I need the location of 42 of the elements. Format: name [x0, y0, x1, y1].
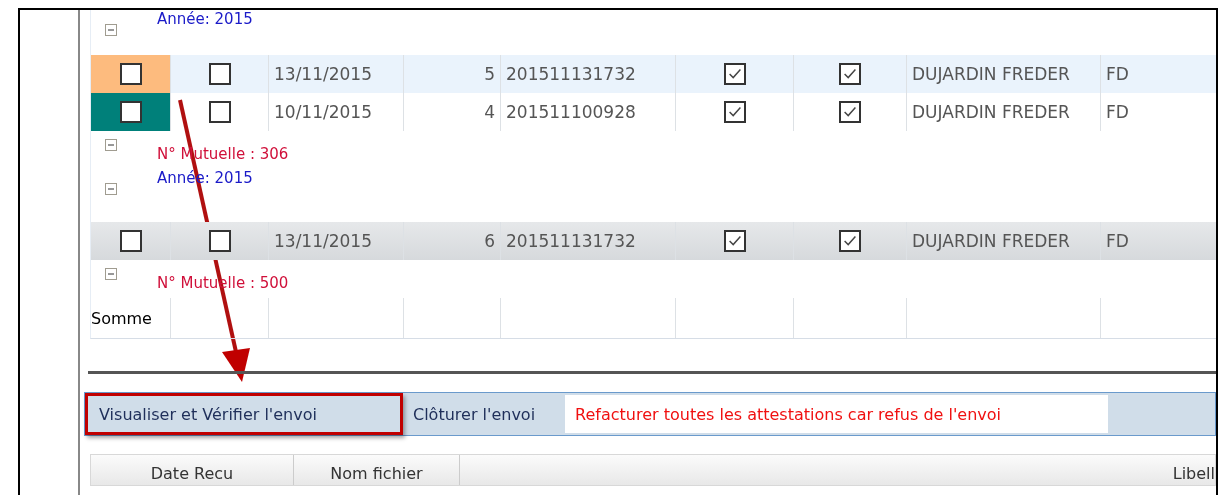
- table-cell: 201511131732: [506, 64, 636, 84]
- warning-button[interactable]: Refacturer toutes les attestations car refus de l'envoi: [565, 395, 1109, 433]
- checkbox[interactable]: [723, 63, 746, 85]
- checkbox[interactable]: [208, 101, 231, 123]
- collapse-icon[interactable]: [105, 183, 117, 195]
- column-header[interactable]: Nom fichier: [294, 455, 460, 485]
- table-cell: 10/11/2015: [274, 102, 372, 122]
- table-cell: 13/11/2015: [274, 231, 372, 251]
- checkbox[interactable]: [208, 230, 231, 252]
- table-cell: DUJARDIN FREDER: [912, 231, 1070, 251]
- checkbox[interactable]: [119, 63, 142, 85]
- table-cell: 4: [484, 102, 495, 122]
- table-cell: DUJARDIN FREDER: [912, 102, 1070, 122]
- action-tab[interactable]: Visualiser et Vérifier l'envoi: [85, 393, 403, 435]
- table-cell: 201511100928: [506, 102, 636, 122]
- table-cell: FD: [1106, 102, 1129, 122]
- collapse-icon[interactable]: [105, 24, 117, 36]
- group-label: Année: 2015: [157, 10, 253, 28]
- checkbox[interactable]: [119, 230, 142, 252]
- table-cell: DUJARDIN FREDER: [912, 64, 1070, 84]
- checkbox[interactable]: [119, 101, 142, 123]
- checkbox[interactable]: [208, 63, 231, 85]
- checkbox[interactable]: [839, 230, 861, 252]
- column-header[interactable]: Date Recu: [91, 455, 294, 485]
- action-tab[interactable]: Clôturer l'envoi: [403, 393, 546, 435]
- collapse-icon[interactable]: [105, 139, 117, 151]
- table-row[interactable]: 10/11/2015 4 201511100928 DUJARDIN FREDER FD: [91, 93, 1216, 131]
- checkbox[interactable]: [723, 230, 746, 252]
- column-header[interactable]: Libell: [460, 455, 1215, 485]
- table-cell: 201511131732: [506, 231, 636, 251]
- table-cell: 5: [484, 64, 495, 84]
- table-cell: FD: [1106, 64, 1129, 84]
- table-row[interactable]: 13/11/2015 6 201511131732 DUJARDIN FREDER FD: [91, 222, 1216, 260]
- table-row[interactable]: 13/11/2015 5 201511131732 DUJARDIN FREDER FD: [91, 55, 1216, 93]
- checkbox[interactable]: [839, 63, 861, 85]
- collapse-icon[interactable]: [105, 268, 117, 280]
- table-cell: FD: [1106, 231, 1129, 251]
- table-cell: 13/11/2015: [274, 64, 372, 84]
- checkbox[interactable]: [723, 101, 746, 123]
- footer-label: Somme: [91, 308, 152, 328]
- checkbox[interactable]: [839, 101, 861, 123]
- table-cell: 6: [484, 231, 495, 251]
